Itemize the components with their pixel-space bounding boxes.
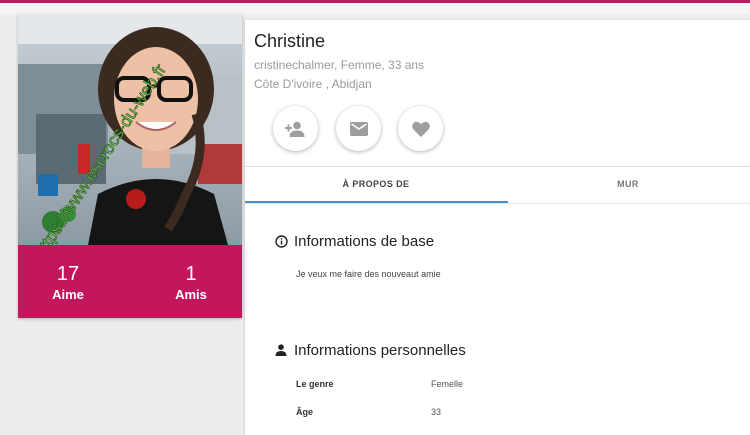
- basic-info-heading: Informations de base: [275, 233, 434, 250]
- friends-count: 1: [185, 263, 197, 285]
- heart-icon: [411, 121, 430, 137]
- profile-meta: cristinechalmer, Femme, 33 ans: [254, 58, 425, 72]
- stats-bar: 17 Aime 1 Amis: [18, 245, 242, 318]
- person-icon: [275, 343, 289, 358]
- tab-wall[interactable]: MUR: [497, 167, 750, 204]
- tabs-bottom-divider: [245, 203, 750, 204]
- age-label: Âge: [296, 407, 314, 417]
- likes-count: 17: [56, 263, 80, 285]
- mail-icon: [349, 121, 368, 136]
- like-button[interactable]: [398, 106, 443, 151]
- likes-label: Aime: [52, 287, 84, 302]
- profile-location: Côte D'ivoire , Abidjan: [254, 77, 372, 91]
- top-strip: [0, 3, 750, 14]
- add-friend-button[interactable]: [273, 106, 318, 151]
- friends-label: Amis: [175, 287, 207, 302]
- basic-info-title: Informations de base: [294, 233, 435, 250]
- profile-details-panel: Christine cristinechalmer, Femme, 33 ans…: [245, 20, 750, 435]
- info-icon: [275, 234, 289, 249]
- message-button[interactable]: [336, 106, 381, 151]
- likes-stat[interactable]: 17 Aime: [28, 263, 108, 303]
- age-value: 33: [431, 407, 442, 417]
- profile-photo-image: [18, 14, 242, 245]
- personal-info-heading: Informations personnelles: [275, 342, 466, 359]
- profile-photo[interactable]: https://www.escrocs-du-web.fr: [18, 14, 242, 245]
- gender-value: Femelle: [431, 379, 464, 389]
- tab-about[interactable]: À PROPOS DE: [245, 167, 507, 204]
- profile-card: https://www.escrocs-du-web.fr 17 Aime 1 …: [18, 14, 242, 318]
- personal-info-title: Informations personnelles: [294, 342, 466, 359]
- friends-stat[interactable]: 1 Amis: [151, 263, 231, 303]
- gender-label: Le genre: [296, 379, 334, 389]
- basic-info-text: Je veux me faire des nouveaut amie: [296, 269, 441, 279]
- add-friend-icon: [284, 121, 304, 137]
- profile-name: Christine: [254, 31, 326, 51]
